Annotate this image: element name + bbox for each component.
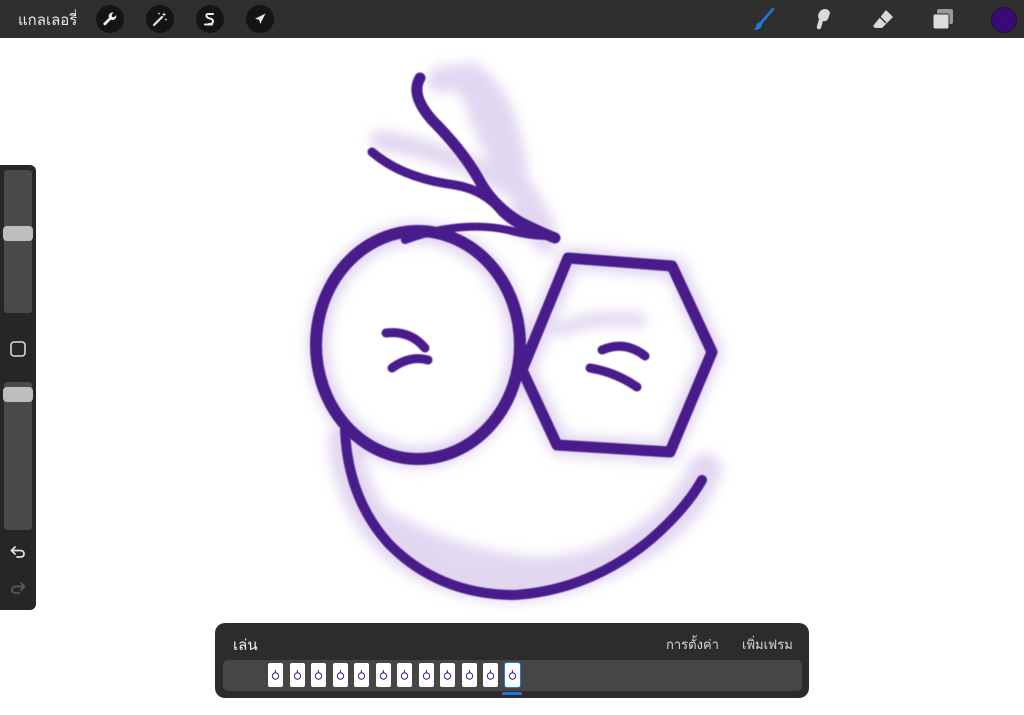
smudge-icon [816,9,830,30]
transform-arrow-icon [255,13,266,24]
animation-frame[interactable] [397,663,412,687]
redo-icon [11,582,26,594]
frame-thumbnail [336,669,344,680]
frame-playhead [502,692,522,695]
brush-size-handle[interactable] [3,226,33,241]
animation-settings-button[interactable]: การตั้งค่า [666,634,719,655]
left-eye-upper [381,328,430,353]
magic-wand-icon [152,12,167,27]
selection-s-icon [204,13,215,26]
animation-frame[interactable] [375,663,391,687]
brush-tool-button[interactable] [750,5,778,33]
frame-thumbnail [400,669,409,680]
layers-button[interactable] [929,5,957,33]
right-glass-lens [516,252,718,458]
animation-frame[interactable] [483,663,498,687]
eraser-icon [873,10,893,28]
drawing-canvas[interactable] [0,38,1024,715]
color-picker-button[interactable] [991,7,1017,33]
undo-button[interactable] [6,540,30,564]
selection-button[interactable] [196,5,224,33]
left-eye-lower [387,354,433,373]
frame-timeline[interactable] [223,660,802,691]
animation-frame[interactable] [354,663,369,687]
frame-thumbnail [486,669,495,680]
redo-button[interactable] [6,576,30,600]
opacity-handle[interactable] [3,387,33,402]
gallery-button[interactable]: แกลเลอรี่ [18,8,77,32]
animation-frame[interactable] [332,663,348,687]
adjustments-button[interactable] [146,5,174,33]
frame-thumbnail [357,669,366,680]
frame-thumbnail [508,669,516,680]
modify-button[interactable] [6,337,30,361]
frame-thumbnail [465,669,473,680]
undo-icon [10,546,25,558]
smudge-tool-button[interactable] [809,5,837,33]
opacity-slider[interactable] [3,382,33,530]
animation-frame[interactable] [289,663,305,687]
wrench-icon [103,12,117,26]
actions-button[interactable] [96,5,124,33]
animation-frame[interactable] [418,663,434,687]
layers-icon [932,9,953,30]
frame-thumbnail [379,669,387,680]
brush-sidebar [0,165,36,610]
animation-panel: เล่น การตั้งค่า เพิ่มเฟรม [215,623,809,698]
add-frame-button[interactable]: เพิ่มเฟรม [742,634,793,655]
eraser-tool-button[interactable] [869,5,897,33]
frame-thumbnail [271,669,280,680]
right-eye-lower [585,363,642,392]
animation-frame[interactable] [504,663,520,687]
animation-frame[interactable] [440,663,455,687]
frame-thumbnail [314,669,323,680]
animation-frame[interactable] [311,663,326,687]
frame-thumbnail [443,669,452,680]
transform-button[interactable] [246,5,274,33]
play-button[interactable]: เล่น [233,633,258,657]
animation-frame[interactable] [268,663,283,687]
face-drawing [307,61,723,602]
frame-thumbnail [293,669,301,680]
frame-thumbnail [422,669,430,680]
top-toolbar: แกลเลอรี่ [0,0,1024,38]
modify-square-icon [10,341,26,357]
animation-frame[interactable] [461,663,477,687]
brush-size-slider[interactable] [3,170,33,313]
right-eye-upper [597,341,650,361]
brush-icon [753,7,775,30]
